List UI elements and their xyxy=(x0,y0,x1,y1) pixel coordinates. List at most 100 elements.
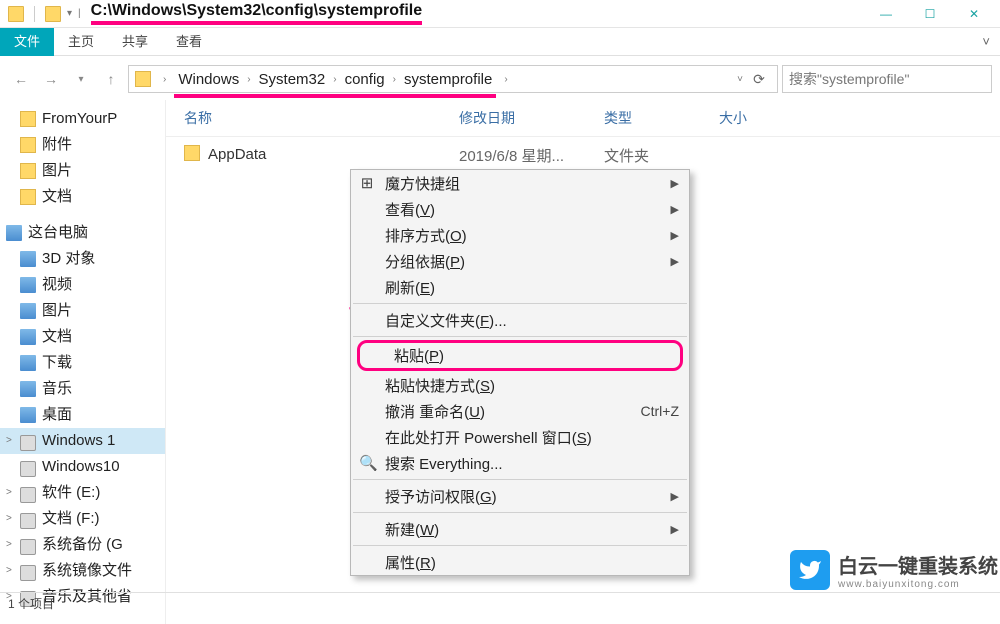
menu-item-icon: 🔍 xyxy=(359,454,375,472)
chevron-right-icon[interactable]: › xyxy=(243,74,254,85)
menu-item[interactable]: 授予访问权限(G)▶ xyxy=(351,483,689,509)
menu-item[interactable]: 刷新(E) xyxy=(351,274,689,300)
sidebar-item-label: FromYourP xyxy=(42,108,117,130)
menu-item-icon: ⊞ xyxy=(359,174,375,192)
tree-caret-icon[interactable]: ˃ xyxy=(6,534,14,556)
sidebar-item-label: 图片 xyxy=(42,160,72,182)
tree-caret-icon[interactable]: ˃ xyxy=(6,482,14,504)
col-date[interactable]: 修改日期 xyxy=(451,104,596,132)
up-button[interactable]: ↑ xyxy=(98,66,124,92)
folder-icon xyxy=(184,145,200,161)
tree-caret-icon[interactable]: ˃ xyxy=(6,508,14,530)
submenu-arrow-icon: ▶ xyxy=(671,203,679,216)
menu-item[interactable]: 新建(W) ▶ xyxy=(351,516,689,542)
sidebar-item[interactable]: ˃Windows 1 xyxy=(0,428,165,454)
tab-view[interactable]: 查看 xyxy=(162,28,216,56)
back-button[interactable]: ← xyxy=(8,66,34,92)
brand-title: 白云一键重装系统 xyxy=(838,550,998,579)
history-dropdown[interactable]: ▾ xyxy=(68,66,94,92)
sidebar-item[interactable]: ˃ 系统镜像文件 xyxy=(0,558,165,584)
col-size[interactable]: 大小 xyxy=(711,104,755,132)
close-button[interactable]: ✕ xyxy=(952,0,996,28)
sidebar-item-label: 系统镜像文件 xyxy=(42,560,132,582)
search-input[interactable]: 搜索"systemprofile" xyxy=(782,65,992,93)
chevron-right-icon[interactable]: › xyxy=(159,74,170,85)
sidebar-item[interactable]: 3D 对象 xyxy=(0,246,165,272)
pc-icon xyxy=(20,251,36,267)
chevron-right-icon[interactable]: › xyxy=(500,74,511,85)
tree-caret-icon[interactable]: ˃ xyxy=(6,560,14,582)
sidebar-item[interactable]: 附件 xyxy=(0,132,165,158)
tree-caret-icon[interactable]: ˃ xyxy=(6,430,14,452)
pc-icon xyxy=(20,381,36,397)
forward-button[interactable]: → xyxy=(38,66,64,92)
sidebar-item-label: 附件 xyxy=(42,134,72,156)
disk-icon xyxy=(20,513,36,529)
sidebar-item[interactable]: 文档 xyxy=(0,184,165,210)
sidebar-item[interactable]: 下载 xyxy=(0,350,165,376)
pc-icon xyxy=(6,225,22,241)
disk-icon xyxy=(20,565,36,581)
window-title-path: C:\Windows\System32\config\systemprofile xyxy=(85,2,864,25)
menu-item[interactable]: 属性(R) xyxy=(351,549,689,575)
col-name[interactable]: 名称 xyxy=(176,104,451,132)
menu-item-label: 查看(V) xyxy=(385,199,435,220)
sidebar-item-label: 文档 (F:) xyxy=(42,508,100,530)
navigation-pane[interactable]: FromYourP附件图片文档˅这台电脑3D 对象视频图片文档下载音乐桌面˃Wi… xyxy=(0,100,165,624)
menu-item-label: 刷新(E) xyxy=(385,277,435,298)
context-menu[interactable]: ⊞魔方快捷组▶ 查看(V) ▶ 排序方式(O)▶分组依据(P)▶ 刷新(E) 自定义文件夹… xyxy=(350,169,690,576)
menu-item[interactable]: 在此处打开 Powershell 窗口(S) xyxy=(351,424,689,450)
refresh-button[interactable]: ⟳ xyxy=(747,71,771,88)
menu-item-shortcut: Ctrl+Z xyxy=(641,403,680,419)
sidebar-item[interactable]: 桌面 xyxy=(0,402,165,428)
disk-icon xyxy=(20,461,36,477)
sidebar-item[interactable]: 图片 xyxy=(0,158,165,184)
menu-item[interactable]: 粘贴快捷方式(S) xyxy=(351,372,689,398)
file-date: 2019/6/8 星期... xyxy=(451,141,596,170)
yfolder-icon xyxy=(20,163,36,179)
sidebar-item[interactable]: ˃系统备份 (G xyxy=(0,532,165,558)
menu-item[interactable]: 粘贴(P) xyxy=(357,340,683,371)
menu-item[interactable]: 自定义文件夹(F)... xyxy=(351,307,689,333)
sidebar-item[interactable]: 音乐 xyxy=(0,376,165,402)
maximize-button[interactable]: ☐ xyxy=(908,0,952,28)
address-bar[interactable]: › Windows›System32›config›systemprofile … xyxy=(128,65,778,93)
yfolder-icon xyxy=(20,189,36,205)
sidebar-item[interactable]: 文档 xyxy=(0,324,165,350)
menu-item-label: 粘贴(P) xyxy=(394,345,444,366)
menu-item[interactable]: 排序方式(O)▶ xyxy=(351,222,689,248)
column-headers[interactable]: 名称 修改日期 类型 大小 xyxy=(166,100,1000,137)
menu-item[interactable]: ⊞魔方快捷组▶ xyxy=(351,170,689,196)
tab-file[interactable]: 文件 xyxy=(0,28,54,56)
menu-item[interactable]: 撤消 重命名(U)Ctrl+Z xyxy=(351,398,689,424)
menu-item[interactable]: 查看(V) ▶ xyxy=(351,196,689,222)
addressbar-dropdown-icon[interactable]: ˅ xyxy=(737,74,743,85)
ribbon-expand-icon[interactable]: ˅ xyxy=(972,34,1000,49)
pc-icon xyxy=(20,277,36,293)
sidebar-item-label: 软件 (E:) xyxy=(42,482,100,504)
titlebar: ▾ | C:\Windows\System32\config\systempro… xyxy=(0,0,1000,28)
chevron-down-icon[interactable]: ▾ xyxy=(67,8,72,19)
sidebar-item[interactable]: ˅这台电脑 xyxy=(0,220,165,246)
menu-item[interactable]: 🔍搜索 Everything... xyxy=(351,450,689,476)
ribbon-tabs: 文件 主页 共享 查看 ˅ xyxy=(0,28,1000,56)
minimize-button[interactable]: — xyxy=(864,0,908,28)
chevron-right-icon[interactable]: › xyxy=(329,74,340,85)
breadcrumb[interactable]: Windows›System32›config›systemprofile xyxy=(174,69,496,90)
col-type[interactable]: 类型 xyxy=(596,104,711,132)
sidebar-item[interactable]: ˃ 文档 (F:) xyxy=(0,506,165,532)
sidebar-item[interactable]: Windows10 xyxy=(0,454,165,480)
sidebar-item[interactable]: FromYourP xyxy=(0,106,165,132)
pc-icon xyxy=(20,407,36,423)
chevron-right-icon[interactable]: › xyxy=(389,74,400,85)
tab-share[interactable]: 共享 xyxy=(108,28,162,56)
sidebar-item[interactable]: 视频 xyxy=(0,272,165,298)
tab-home[interactable]: 主页 xyxy=(54,28,108,56)
menu-item-label: 授予访问权限(G) xyxy=(385,486,497,507)
menu-item-label: 新建(W) xyxy=(385,519,439,540)
status-bar: 1 个项目 xyxy=(0,592,1000,614)
submenu-arrow-icon: ▶ xyxy=(671,523,679,536)
sidebar-item[interactable]: ˃ 软件 (E:) xyxy=(0,480,165,506)
menu-item[interactable]: 分组依据(P)▶ xyxy=(351,248,689,274)
sidebar-item[interactable]: 图片 xyxy=(0,298,165,324)
